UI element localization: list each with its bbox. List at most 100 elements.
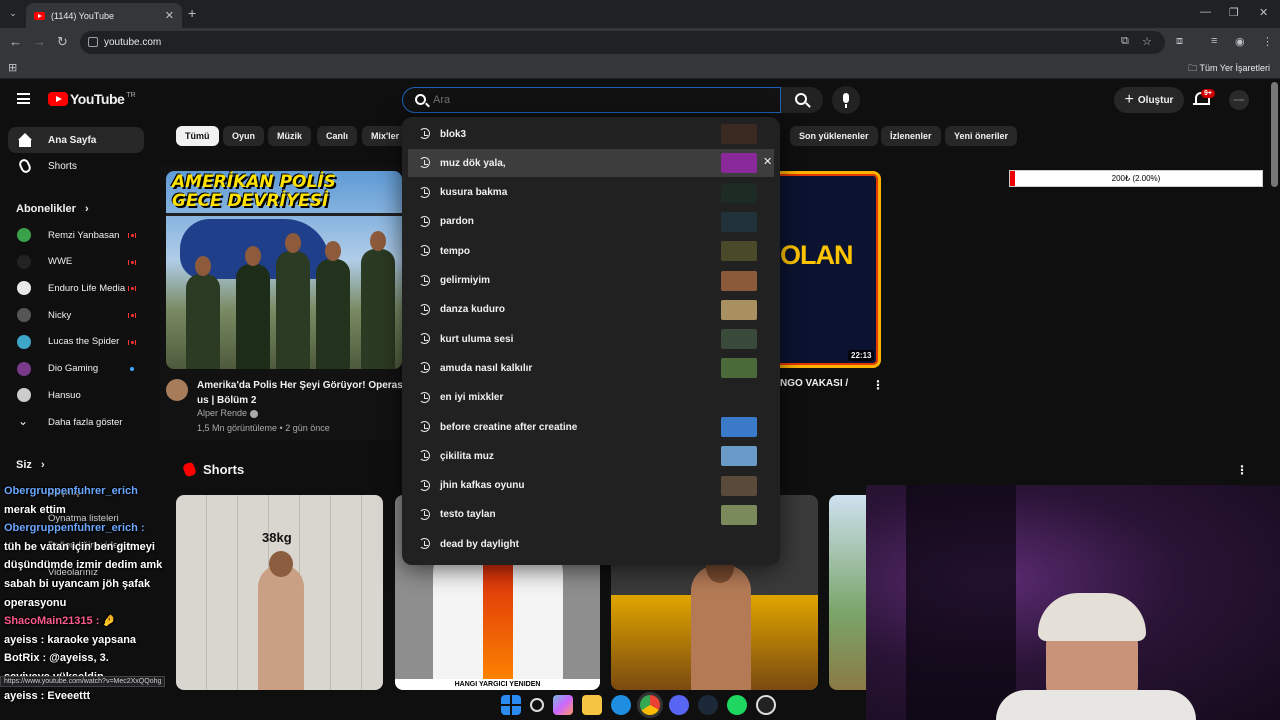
sidebar-item-subscription[interactable]: Dio Gaming [8, 356, 144, 382]
channel-avatar[interactable] [166, 379, 188, 401]
search-suggestion[interactable]: before creatine after creatine [408, 413, 774, 441]
channel-avatar [17, 361, 31, 376]
media-control-icon[interactable]: ≡ [1211, 35, 1217, 47]
video-thumbnail[interactable]: AMERİKAN POLİS GECE DEVRİYESİ [166, 171, 402, 369]
spotify-icon[interactable] [727, 695, 747, 715]
profile-icon[interactable]: ◉ [1235, 35, 1245, 48]
you-heading[interactable]: Siz › [16, 459, 45, 471]
video-title[interactable]: NGO VAKASI / [780, 378, 848, 389]
create-button[interactable]: + Oluştur [1114, 87, 1184, 113]
youtube-logo[interactable]: YouTube TR [48, 91, 136, 107]
filter-chip[interactable]: Müzik [268, 126, 312, 146]
address-bar[interactable]: youtube.com [80, 31, 1165, 54]
channel-avatar [17, 388, 31, 403]
sidebar-item-home[interactable]: Ana Sayfa [8, 127, 144, 153]
discord-icon[interactable] [669, 695, 689, 715]
search-suggestion[interactable]: kusura bakma [408, 179, 774, 207]
search-suggestion[interactable]: tempo [408, 237, 774, 265]
new-tab-icon[interactable]: + [188, 5, 196, 21]
menu-icon[interactable]: ⋮ [1262, 35, 1273, 48]
sidebar-item-subscription[interactable]: Lucas the Spider [8, 329, 144, 355]
filter-chip[interactable]: Canlı [317, 126, 358, 146]
filter-chip[interactable]: Tümü [176, 126, 219, 146]
history-icon [419, 479, 430, 491]
search-suggestion[interactable]: amuda nasıl kalkılır [408, 354, 774, 382]
more-options-icon[interactable]: ⋮ [872, 378, 884, 392]
obs-icon[interactable] [756, 695, 776, 715]
site-info-icon[interactable] [88, 37, 98, 47]
suggestion-label: amuda nasıl kalkılır [440, 362, 533, 374]
search-suggestion[interactable]: muz dök yala, ✕ [408, 149, 774, 178]
sidebar-item-subscription[interactable]: Remzi Yanbasan [8, 222, 144, 248]
filter-chip[interactable]: İzlenenler [881, 126, 941, 146]
subscriptions-heading[interactable]: Abonelikler › [16, 203, 89, 215]
search-button[interactable] [781, 87, 823, 113]
show-more-button[interactable]: ⌄ Daha fazla göster [8, 409, 144, 435]
progress-text: 200₺ (2.00%) [1111, 174, 1161, 183]
forward-icon[interactable]: → [33, 34, 46, 49]
edge-icon[interactable] [611, 695, 631, 715]
short-video[interactable] [829, 495, 866, 690]
back-icon[interactable]: ← [9, 34, 22, 49]
apps-grid-icon[interactable]: ⊞ [8, 61, 17, 74]
remove-suggestion-icon[interactable]: ✕ [763, 155, 772, 168]
video-title-line: us | Bölüm 2 [197, 395, 257, 406]
filter-chip[interactable]: Oyun [223, 126, 265, 146]
sidebar-item-subscription[interactable]: WWE [8, 249, 144, 275]
minimize-icon[interactable]: — [1200, 6, 1211, 18]
streamer-webcam [866, 485, 1280, 720]
sidebar-item-subscription[interactable]: Nicky [8, 302, 144, 328]
steam-icon[interactable] [698, 695, 718, 715]
hamburger-menu-icon[interactable] [17, 93, 30, 104]
suggestion-label: pardon [440, 216, 474, 228]
reload-icon[interactable]: ↻ [57, 34, 68, 50]
video-title[interactable]: Amerika'da Polis Her Şeyi Görüyor! Opera… [197, 378, 402, 408]
search-suggestion[interactable]: jhin kafkas oyunu [408, 472, 774, 500]
copilot-icon[interactable] [553, 695, 573, 715]
file-explorer-icon[interactable] [582, 695, 602, 715]
suggestion-thumbnail [721, 417, 757, 437]
bookmark-star-icon[interactable]: ☆ [1142, 35, 1152, 48]
you-heading-label: Siz [16, 459, 32, 471]
tab-list-icon[interactable]: ⌄ [6, 6, 20, 20]
search-suggestion[interactable]: gelirmiyim [408, 267, 774, 295]
sidebar-item-subscription[interactable]: Enduro Life Media [8, 275, 144, 301]
sidebar-item-label: Nicky [48, 309, 72, 321]
channel-name[interactable]: Alper Rende [197, 408, 259, 418]
search-suggestion[interactable]: testo taylan [408, 501, 774, 529]
page-scrollbar[interactable] [1271, 82, 1278, 187]
install-app-icon[interactable]: ⧉ [1121, 35, 1129, 48]
sidebar-item-label: Dio Gaming [48, 363, 99, 374]
more-options-icon[interactable]: ⋮ [1236, 463, 1248, 477]
youtube-favicon-icon [34, 11, 45, 20]
close-tab-icon[interactable]: ✕ [165, 9, 174, 22]
sidebar-item-label: Enduro Life Media [48, 282, 126, 294]
search-input[interactable] [433, 94, 733, 106]
restore-icon[interactable]: ❐ [1229, 6, 1239, 19]
search-suggestion[interactable]: dead by daylight [408, 530, 774, 558]
chrome-icon[interactable] [640, 695, 660, 715]
search-suggestion[interactable]: en iyi mixkler [408, 384, 774, 412]
search-icon [415, 94, 426, 105]
extensions-icon[interactable]: ⧈ [1176, 35, 1183, 48]
search-suggestion[interactable]: pardon [408, 208, 774, 236]
windows-start-icon[interactable] [501, 695, 521, 715]
filter-chip[interactable]: Yeni öneriler [945, 126, 1018, 146]
video-thumbnail[interactable]: OLAN [778, 171, 881, 368]
search-suggestion[interactable]: blok3 [408, 120, 774, 148]
close-window-icon[interactable]: ✕ [1259, 6, 1268, 19]
search-suggestion[interactable]: danza kuduro [408, 296, 774, 324]
voice-search-button[interactable] [832, 86, 860, 114]
search-icon[interactable] [530, 698, 544, 712]
filter-chip[interactable]: Son yüklenenler [790, 126, 878, 146]
sidebar-item-shorts[interactable]: Shorts [8, 153, 144, 179]
sidebar-item-label: Ana Sayfa [48, 134, 97, 146]
country-code: TR [126, 91, 136, 99]
search-suggestion[interactable]: kurt uluma sesi [408, 325, 774, 353]
browser-tab-youtube[interactable]: (1144) YouTube ✕ [26, 3, 182, 28]
account-avatar[interactable]: avatar [1229, 90, 1249, 110]
search-suggestion[interactable]: çikilita muz [408, 442, 774, 470]
sidebar-item-subscription[interactable]: Hansuo [8, 382, 144, 408]
short-video[interactable]: 38kg [176, 495, 383, 690]
all-bookmarks[interactable]: 🗀 Tüm Yer İşaretleri [1188, 61, 1270, 77]
